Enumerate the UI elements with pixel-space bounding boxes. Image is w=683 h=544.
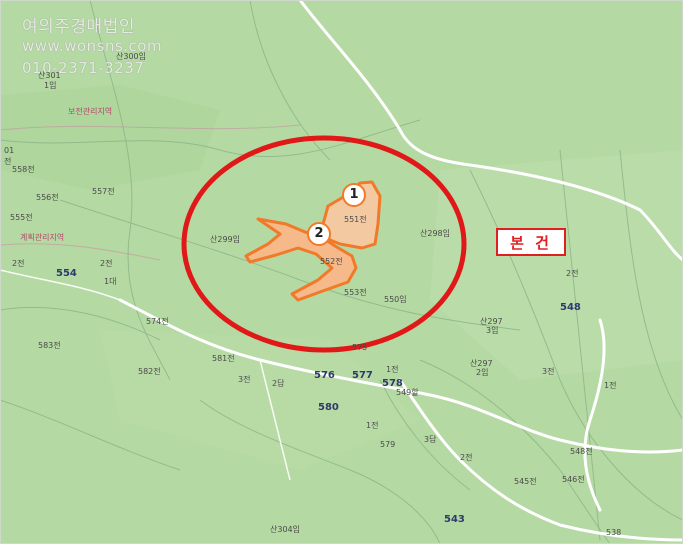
parcel-label: 583전 (38, 341, 61, 350)
parcel-label: 1전 (366, 421, 379, 430)
parcel-label: 553전 (344, 288, 367, 297)
zone-label-top: 보전관리지역 (68, 107, 113, 116)
parcel-label: 581전 (212, 354, 235, 363)
parcel-label: 산299임 (210, 235, 240, 244)
parcel-label-subject-2: 552전 (320, 257, 343, 266)
zone-label-left: 계획관리지역 (20, 233, 65, 242)
parcel-label: 558전 (12, 165, 35, 174)
parcel-label: 580 (318, 402, 339, 413)
parcel-label: 546전 (562, 475, 585, 484)
parcel-marker-1[interactable]: 1 (342, 183, 366, 207)
parcel-label: 555전 (10, 213, 33, 222)
parcel-label: 2임 (476, 368, 489, 377)
parcel-label: 전 (4, 157, 12, 166)
parcel-label: 01 (4, 146, 15, 155)
parcel-label: 550임 (384, 295, 407, 304)
parcel-label: 3전 (542, 367, 555, 376)
parcel-label: 574전 (146, 317, 169, 326)
parcel-label: 538 (606, 528, 622, 537)
company-name-watermark: 여의주경매법인 (22, 17, 135, 37)
parcel-label: 549할 (396, 388, 419, 397)
cadastral-map[interactable]: 여의주경매법인 www.wonsns.com 010-2371-3237 산30… (0, 0, 683, 544)
parcel-label: 548 (560, 302, 581, 313)
parcel-label: 2전 (100, 259, 113, 268)
parcel-label: 543 (444, 514, 465, 525)
parcel-label-subject-1: 551전 (344, 215, 367, 224)
parcel-marker-2[interactable]: 2 (307, 222, 331, 246)
parcel-label: 2전 (12, 259, 25, 268)
parcel-label: 579 (380, 440, 396, 449)
parcel-label: 2답 (272, 379, 285, 388)
parcel-label: 3답 (424, 435, 437, 444)
subject-property-label: 본 건 (496, 228, 566, 256)
parcel-label: 1전 (386, 365, 399, 374)
parcel-label: 548전 (570, 447, 593, 456)
parcel-label: 577 (352, 370, 373, 381)
parcel-label: 582전 (138, 367, 161, 376)
parcel-label: 산300임 (116, 52, 146, 61)
parcel-label: 산304임 (270, 525, 300, 534)
parcel-label: 2전 (460, 453, 473, 462)
parcel-label: 1임 (44, 81, 57, 90)
parcel-label: 2전 (566, 269, 579, 278)
parcel-label: 1전 (604, 381, 617, 390)
parcel-label: 554 (56, 268, 77, 279)
parcel-label: 575 (352, 343, 368, 352)
parcel-label: 3전 (238, 375, 251, 384)
parcel-label: 산298임 (420, 229, 450, 238)
parcel-label: 545전 (514, 477, 537, 486)
parcel-label: 3임 (486, 326, 499, 335)
map-base-layer (0, 0, 683, 544)
parcel-label: 1대 (104, 277, 117, 286)
parcel-label: 556전 (36, 193, 59, 202)
parcel-label: 557전 (92, 187, 115, 196)
parcel-label: 576 (314, 370, 335, 381)
